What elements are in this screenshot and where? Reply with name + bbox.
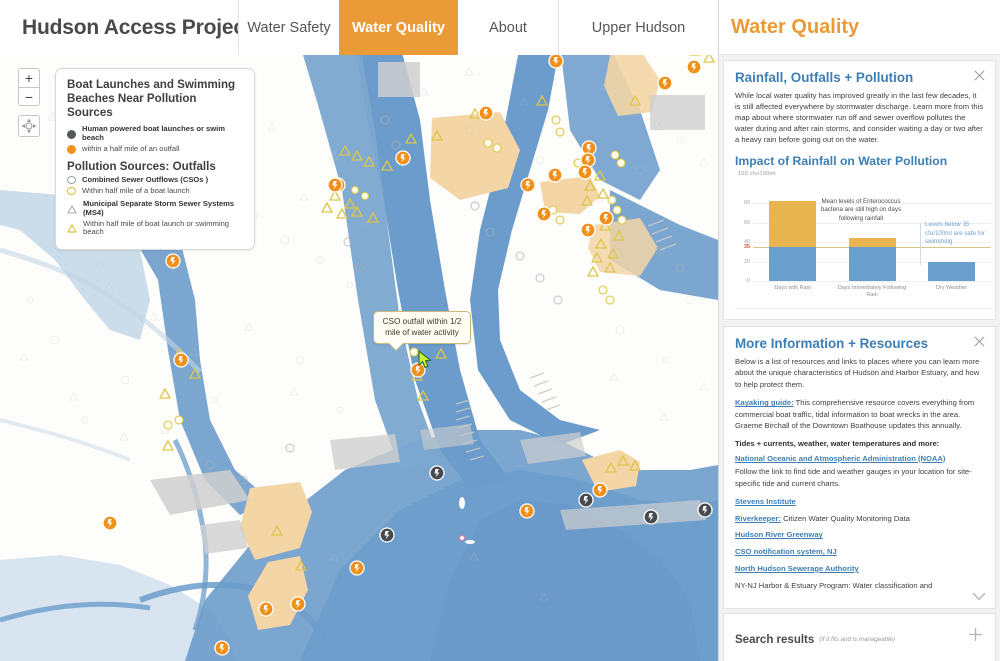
panel-search-results: Search results (if it fits and is manage… [723, 612, 996, 661]
legend-item-label: within a half mile of an outfall [82, 144, 180, 153]
legend-item-label: Within half mile of a boat launch [82, 185, 190, 195]
tab-water-quality[interactable]: Water Quality [339, 0, 458, 55]
chart-y-tick-label: 20 [744, 258, 750, 265]
panel-title: More Information + Resources [735, 336, 929, 351]
sidebar-header: Water Quality [719, 0, 1000, 55]
chart-annotation-main: Mean levels of Enterococcus bacteria are… [820, 198, 902, 222]
riverkeeper-text: Citizen Water Quality Monitoring Data [781, 513, 910, 523]
stevens-institute-link[interactable]: Stevens Institute [735, 497, 796, 506]
legend-title: Boat Launches and Swimming Beaches Near … [67, 78, 236, 120]
legend-item-ms4: Municipal Separate Storm Sewer Systems (… [67, 199, 244, 218]
zoom-in-button[interactable]: + [18, 68, 40, 87]
resource-link-row: Riverkeeper: Citizen Water Quality Monit… [735, 513, 984, 525]
tides-heading: Tides + currents, weather, water tempera… [735, 438, 984, 449]
app-brand: Hudson Access Project [0, 0, 252, 55]
close-icon[interactable] [973, 69, 986, 82]
chart-title: Impact of Rainfall on Water Pollution [735, 154, 948, 168]
map-pan-control[interactable] [18, 115, 40, 137]
chart-x-tick-label: Days with Rain [774, 285, 811, 291]
noaa-link[interactable]: National Oceanic and Atmospheric Adminis… [735, 454, 945, 463]
cso-notification-link[interactable]: CSO notification system, NJ [735, 547, 837, 556]
gray-triangle-outline-icon [67, 204, 77, 214]
top-navigation: Hudson Access Project Water Safety Water… [0, 0, 718, 55]
map-tooltip: CSO outfall within 1/2 mile of water act… [373, 311, 471, 352]
chart-bar-segment-unsafe [769, 201, 817, 248]
plus-icon[interactable] [968, 627, 983, 642]
chart-bar-segment-safe [769, 247, 817, 281]
chart-x-tick-label: Days Immediately Following Rain [837, 285, 907, 299]
panel-rainfall-outfalls-pollution: Rainfall, Outfalls + Pollution While loc… [723, 60, 996, 320]
legend-item-within-half-mile-outfall: within a half mile of an outfall [67, 144, 244, 154]
legend-item-human-powered: Human powered boat launches or swim beac… [67, 124, 244, 143]
chart-unit-label: 100 cfu/100ml [738, 171, 776, 177]
orange-dot-icon [67, 144, 76, 154]
chart-gridline [753, 281, 991, 282]
app-root: + − Boat Launches and Swimming Beaches N… [0, 0, 1000, 661]
pan-compass-icon [21, 118, 37, 134]
legend-item-cso-near-launch: Within half mile of a boat launch [67, 185, 244, 196]
legend-item-label: Within half mile of boat launch or swimm… [83, 218, 230, 237]
kayaking-guide-link[interactable]: Kayaking guide: [735, 398, 794, 407]
north-hudson-sewerage-link[interactable]: North Hudson Sewerage Authority [735, 564, 859, 573]
page-title: Water Quality [731, 15, 860, 38]
tab-water-safety[interactable]: Water Safety [238, 0, 339, 55]
legend-item-ms4-near-launch: Within half mile of boat launch or swimm… [67, 218, 244, 237]
legend-item-label: Municipal Separate Storm Sewer Systems (… [83, 199, 235, 218]
yellow-circle-outline-icon [67, 186, 76, 195]
riverkeeper-link[interactable]: Riverkeeper: [735, 514, 781, 523]
resource-link-row: North Hudson Sewerage Authority [735, 563, 984, 575]
harbor-estuary-text: NY-NJ Harbor & Estuary Program: Water cl… [735, 580, 933, 590]
tides-heading-text: Tides + currents, weather, water tempera… [735, 439, 940, 449]
resources-intro: Below is a list of resources and links t… [735, 357, 980, 389]
map-legend: Boat Launches and Swimming Beaches Near … [55, 68, 255, 251]
resource-link-row: Hudson River Greenway [735, 529, 984, 541]
map-zoom-controls[interactable]: + − [18, 68, 40, 106]
legend-item-cso: Combined Sewer Outflows (CSOs ) [67, 174, 244, 185]
chevron-down-icon[interactable] [971, 591, 987, 602]
panel-more-information-resources: More Information + Resources Below is a … [723, 326, 996, 609]
search-results-title: Search results [735, 633, 815, 646]
sidebar-panel: Water Quality Rainfall, Outfalls + Pollu… [718, 0, 1000, 661]
hudson-river-greenway-link[interactable]: Hudson River Greenway [735, 530, 823, 539]
chart-y-tick-label: 80 [744, 200, 750, 207]
chart-bar [769, 184, 817, 281]
gray-circle-outline-icon [67, 176, 76, 185]
map-canvas[interactable]: + − Boat Launches and Swimming Beaches N… [0, 0, 718, 661]
chart-y-tick-label: 0 [747, 278, 750, 284]
close-icon[interactable] [973, 335, 986, 348]
dark-dot-icon [67, 129, 76, 139]
chart-y-tick-label: 40 [744, 239, 750, 246]
rainfall-pollution-chart: 100 cfu/100ml 0 20 35 40 60 80 Days with Rain D… [735, 171, 993, 309]
chart-x-tick-label: Dry Weather [935, 285, 967, 291]
arrow-cursor-icon [418, 350, 432, 369]
resource-link-row: CSO notification system, NJ [735, 546, 984, 558]
legend-subtitle: Pollution Sources: Outfalls [67, 159, 216, 173]
tab-upper-hudson[interactable]: Upper Hudson [558, 0, 718, 55]
annotation-leader-line [920, 223, 921, 265]
chart-bar-segment-safe [848, 247, 896, 281]
panel-body-text: While local water quality has improved g… [735, 91, 984, 144]
legend-item-label: Human powered boat launches or swim beac… [82, 124, 226, 143]
legend-item-label: Combined Sewer Outflows (CSOs ) [82, 174, 209, 184]
chart-annotation-threshold: Levels below 35 cfu/100ml are safe for s… [925, 221, 985, 246]
mouse-cursor [418, 350, 435, 375]
noaa-link-row: National Oceanic and Atmospheric Adminis… [735, 453, 984, 464]
noaa-description: Follow the link to find tide and weather… [735, 467, 972, 488]
chart-bar-segment-safe [927, 261, 975, 281]
panel-title: Rainfall, Outfalls + Pollution [735, 70, 914, 85]
tab-about[interactable]: About [458, 0, 558, 55]
chart-bar-segment-unsafe [848, 238, 896, 248]
chart-y-tick-label: 60 [744, 219, 750, 226]
zoom-out-button[interactable]: − [18, 87, 40, 106]
kayaking-guide-paragraph: Kayaking guide: This comprehensive resou… [735, 397, 984, 431]
resource-link-row: Stevens Institute [735, 496, 984, 508]
yellow-triangle-outline-icon [67, 223, 77, 233]
resource-link-row: NY-NJ Harbor & Estuary Program: Water cl… [735, 580, 984, 592]
search-results-hint: (if it fits and is manageable) [819, 636, 895, 643]
